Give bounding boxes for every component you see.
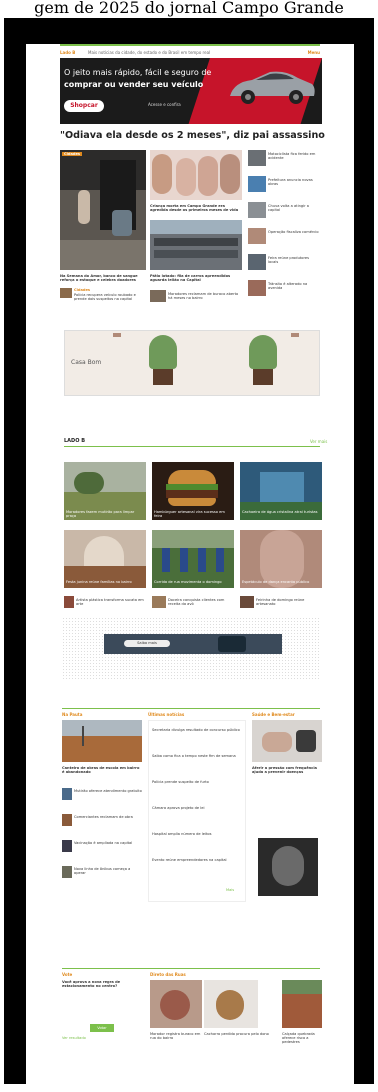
latest-more-link[interactable]: Mais	[226, 888, 234, 892]
lead-tag[interactable]: Cidades	[62, 152, 83, 156]
direto-photo[interactable]	[150, 980, 202, 1028]
side-thumb[interactable]	[248, 176, 266, 192]
col1-item[interactable]: Comerciantes reclamam de obra	[74, 815, 142, 819]
side-title[interactable]: Prefeitura anuncia novas obras	[268, 178, 320, 186]
ladob-title: LADO B	[64, 438, 86, 444]
banner-line1: O jeito mais rápido, fácil e seguro de	[64, 68, 212, 77]
ladob-small-title[interactable]: Doceira conquista clientes com receita d…	[168, 598, 234, 606]
direto-photo[interactable]	[282, 980, 322, 1028]
vote-question: Você aprova a nova regra de estacionamen…	[62, 980, 121, 988]
ladob-caption[interactable]: Moradores fazem mutirão para limpar praç…	[66, 510, 144, 518]
banner-line2: comprar ou vender seu veículo	[64, 80, 204, 89]
col1-thumb[interactable]	[62, 866, 72, 878]
col1-photo[interactable]	[62, 720, 142, 762]
latest-item[interactable]: Câmara aprova projeto de lei	[152, 806, 240, 810]
ladob-more-link[interactable]: Ver mais	[310, 439, 327, 444]
col2-head: Últimas notícias	[148, 712, 185, 717]
bottom-divider	[62, 968, 320, 969]
main-headline[interactable]: "Odiava ela desde os 2 meses", diz pai a…	[60, 130, 325, 141]
latest-item[interactable]: Polícia prende suspeito de furto	[152, 780, 240, 784]
top-accent-bar	[60, 44, 320, 46]
lead-sub-title[interactable]: Polícia recupera veículo roubado e prend…	[74, 293, 146, 301]
side-thumb[interactable]	[248, 228, 266, 244]
product-ad[interactable]: Casa Bom	[64, 330, 320, 396]
side-title[interactable]: Trânsito é alterado na avenida	[268, 282, 320, 290]
direto-caption[interactable]: Calçada quebrada oferece risco a pedestr…	[282, 1032, 322, 1044]
side-title[interactable]: Chuva volta a atingir a capital	[268, 204, 320, 212]
col3-head: Saúde e Bem-estar	[252, 712, 295, 717]
side-thumb[interactable]	[248, 254, 266, 270]
vote-results-link[interactable]: Ver resultado	[62, 1036, 132, 1040]
latest-item[interactable]: Saiba como fica o tempo neste fim de sem…	[152, 754, 240, 758]
vote-head: Vote	[62, 972, 73, 977]
ad-brand: Casa Bom	[71, 359, 102, 366]
side-title[interactable]: Motociclista fica ferido em acidente	[268, 152, 320, 160]
col1-thumb[interactable]	[62, 788, 72, 800]
vote-button[interactable]: Votar	[90, 1024, 114, 1032]
car-ad-banner[interactable]: O jeito mais rápido, fácil e seguro de c…	[60, 58, 322, 124]
page-content: Lado B Mais notícias da cidade, do estad…	[26, 44, 354, 1092]
col1-item[interactable]: Vacinação é ampliada na capital	[74, 841, 142, 845]
col3-photo[interactable]	[252, 720, 322, 762]
mid3-title[interactable]: Moradores reclamam de buraco aberto há m…	[168, 292, 242, 300]
nav-label[interactable]: Lado B	[60, 50, 75, 55]
latest-news-box	[148, 720, 246, 902]
col1-title[interactable]: Canteiro de obras de escola em bairro é …	[62, 766, 142, 774]
ladob-caption[interactable]: Espetáculo de dança encanta público	[242, 580, 320, 584]
lead-title[interactable]: Na Semana do Amor, banco de sangue refor…	[60, 274, 146, 282]
lead-sub-thumb[interactable]	[60, 288, 72, 298]
top-nav: Lado B Mais notícias da cidade, do estad…	[60, 48, 320, 58]
side-thumb[interactable]	[248, 280, 266, 296]
side-thumb[interactable]	[248, 202, 266, 218]
ad-bar-pill[interactable]: Saiba mais	[124, 640, 170, 647]
ladob-caption[interactable]: Hambúrguer artesanal vira sucesso em fei…	[154, 510, 232, 518]
ladob-small-title[interactable]: Artista plástica transforma sucata em ar…	[76, 598, 146, 606]
mid2-title[interactable]: Pátio lotado: fila de carros apreendidos…	[150, 274, 242, 282]
side-title[interactable]: Feira reúne produtores locais	[268, 256, 320, 264]
mid1-title[interactable]: Criança morta em Campo Grande era agredi…	[150, 204, 242, 212]
lead-sub-tag[interactable]: Cidades	[74, 288, 90, 292]
col3-ad-image[interactable]	[258, 838, 318, 896]
side-thumb[interactable]	[248, 150, 266, 166]
col1-thumb[interactable]	[62, 840, 72, 852]
car-image	[230, 71, 315, 104]
mid-photo-faces[interactable]	[150, 150, 242, 200]
side-title[interactable]: Operação fiscaliza comércio	[268, 230, 320, 234]
ladob-divider	[64, 446, 320, 447]
columns-divider	[62, 708, 320, 709]
nav-tagline: Mais notícias da cidade, do estado e do …	[88, 50, 211, 55]
direto-caption[interactable]: Morador registra buraco em rua do bairro	[150, 1032, 202, 1040]
direto-head: Direto das Ruas	[150, 972, 186, 977]
menu-button[interactable]: Menu	[308, 50, 320, 55]
col1-head: Na Pauta	[62, 712, 83, 717]
latest-item[interactable]: Secretaria divulga resultado de concurso…	[152, 728, 240, 732]
ad-bar[interactable]: Saiba mais	[104, 634, 282, 654]
ladob-small-thumb[interactable]	[152, 596, 166, 608]
col1-item[interactable]: Mutirão oferece atendimento gratuito	[74, 789, 142, 793]
lead-photo[interactable]	[60, 150, 146, 270]
ladob-small-thumb[interactable]	[240, 596, 254, 608]
shopcar-logo: Shopcar	[64, 100, 104, 112]
ladob-caption[interactable]: Corrida de rua movimenta o domingo	[154, 580, 232, 584]
mid3-thumb[interactable]	[150, 290, 166, 302]
page-caption: gem de 2025 do jornal Campo Grande	[34, 0, 344, 17]
mid-photo-cars[interactable]	[150, 220, 242, 270]
col1-item[interactable]: Nova linha de ônibus começa a operar	[74, 867, 142, 875]
latest-item[interactable]: Evento reúne empreendedores na capital	[152, 858, 240, 862]
direto-caption[interactable]: Cachorro perdido procura pelo dono	[204, 1032, 274, 1036]
direto-photo[interactable]	[204, 980, 258, 1028]
ladob-small-thumb[interactable]	[64, 596, 74, 608]
col3-title[interactable]: Aferir a pressão com frequência ajuda a …	[252, 766, 322, 774]
ladob-caption[interactable]: Festa junina reúne famílias no bairro	[66, 580, 144, 584]
ladob-caption[interactable]: Cachoeira de água cristalina atrai turis…	[242, 510, 320, 514]
latest-item[interactable]: Hospital amplia número de leitos	[152, 832, 240, 836]
col1-thumb[interactable]	[62, 814, 72, 826]
banner-cta[interactable]: Acesse e confira	[148, 102, 181, 107]
ladob-small-title[interactable]: Feirinha de domingo reúne artesanato	[256, 598, 322, 606]
